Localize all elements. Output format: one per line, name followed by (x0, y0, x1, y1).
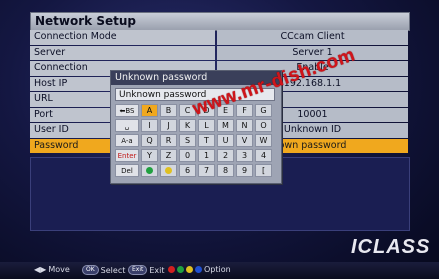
key-left-bracket[interactable]: [ (255, 164, 272, 177)
select-label: Select (100, 265, 126, 275)
key-s[interactable]: S (179, 134, 196, 147)
move-label: Move (48, 265, 70, 274)
move-hint: ◀▶ Move (34, 265, 70, 274)
green-button-icon (177, 266, 184, 273)
logo-text: ICLASS (351, 236, 431, 258)
red-button-icon (168, 266, 175, 273)
key-o[interactable]: O (255, 119, 272, 132)
menu-row-value: CCcam Client (217, 30, 408, 45)
tv-screen: Network Setup Connection Mode CCcam Clie… (0, 0, 439, 279)
menu-row-connection-mode[interactable]: Connection Mode CCcam Client (30, 30, 408, 45)
space-key[interactable]: ␣ (115, 119, 139, 132)
key-j[interactable]: J (160, 119, 177, 132)
key-n[interactable]: N (236, 119, 253, 132)
blue-button-icon (195, 266, 202, 273)
key-a[interactable]: A (141, 104, 158, 117)
key-3[interactable]: 3 (236, 149, 253, 162)
key-4[interactable]: 4 (255, 149, 272, 162)
keyboard-key-grid: ⬅ BS A B C D E F G ␣ I J K L M N O A-a Q … (115, 104, 272, 177)
exit-key-icon: Exit (128, 265, 148, 275)
option-hint: Option (168, 265, 231, 274)
key-u[interactable]: U (217, 134, 234, 147)
key-7[interactable]: 7 (198, 164, 215, 177)
yellow-button-icon (186, 266, 193, 273)
key-label: BS (125, 106, 135, 115)
key-w[interactable]: W (255, 134, 272, 147)
key-m[interactable]: M (217, 119, 234, 132)
yellow-button-icon (165, 167, 172, 174)
arrows-icon: ◀▶ (34, 265, 47, 274)
enter-key[interactable]: Enter (115, 149, 139, 162)
exit-hint: Exit Exit (128, 265, 165, 275)
key-z[interactable]: Z (160, 149, 177, 162)
yellow-key[interactable] (160, 164, 177, 177)
option-label: Option (204, 265, 231, 274)
select-hint: OK Select (82, 265, 125, 275)
green-key[interactable] (141, 164, 158, 177)
key-k[interactable]: K (179, 119, 196, 132)
key-q[interactable]: Q (141, 134, 158, 147)
page-title: Network Setup (35, 14, 136, 28)
key-g[interactable]: G (255, 104, 272, 117)
menu-row-label: Connection Mode (30, 30, 215, 45)
key-r[interactable]: R (160, 134, 177, 147)
key-v[interactable]: V (236, 134, 253, 147)
key-t[interactable]: T (198, 134, 215, 147)
key-9[interactable]: 9 (236, 164, 253, 177)
case-toggle-key[interactable]: A-a (115, 134, 139, 147)
status-bar: ◀▶ Move OK Select Exit Exit Option (0, 262, 439, 279)
green-button-icon (146, 167, 153, 174)
key-l[interactable]: L (198, 119, 215, 132)
ok-key-icon: OK (82, 265, 99, 275)
brand-logo: ICLASS (351, 236, 433, 260)
delete-key[interactable]: Del (115, 164, 139, 177)
menu-row-label: Server (30, 45, 215, 60)
key-2[interactable]: 2 (217, 149, 234, 162)
key-y[interactable]: Y (141, 149, 158, 162)
window-title-bar: Network Setup (30, 12, 410, 31)
key-b[interactable]: B (160, 104, 177, 117)
key-0[interactable]: 0 (179, 149, 196, 162)
key-i[interactable]: I (141, 119, 158, 132)
backspace-key[interactable]: ⬅ BS (115, 104, 139, 117)
key-6[interactable]: 6 (179, 164, 196, 177)
key-1[interactable]: 1 (198, 149, 215, 162)
key-8[interactable]: 8 (217, 164, 234, 177)
exit-label: Exit (149, 265, 165, 275)
